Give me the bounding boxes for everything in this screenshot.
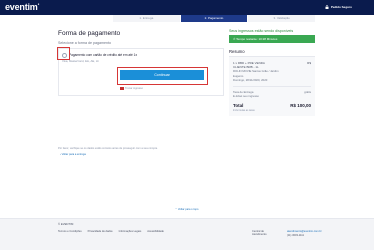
fee-value: grátis: [304, 89, 311, 94]
tax-note: Inclui todas as taxas: [233, 108, 255, 112]
availability-title: Seus ingressos estão sendo disponíveis: [229, 29, 294, 33]
back-to-delivery-label[interactable]: Voltar para a entrega: [62, 153, 86, 156]
footer-link-terms[interactable]: Termos e Condições: [58, 230, 82, 233]
venue-line-3: Domingo, 28/11/2020, 2020: [233, 78, 268, 83]
secure-order-badge: Pedido Seguro: [325, 5, 352, 9]
summary-box: 1 x RBD + PRE VENDA R$ CLIENTE BRB - 1L …: [229, 56, 315, 116]
item-price: R$: [307, 61, 311, 65]
back-to-top-label[interactable]: Voltar para o topo: [178, 208, 198, 211]
footnote-text: Por favor, verifique se os dados estão c…: [58, 147, 158, 150]
support-email-link[interactable]: atendimento@eventim.com.br: [287, 230, 322, 233]
payment-subtitle: Selecione a forma de pagamento: [58, 41, 111, 45]
step-delivery[interactable]: 1. Entrega: [113, 15, 181, 22]
total-label: Total: [233, 102, 244, 108]
footer-link-privacy[interactable]: Privacidade de dados: [88, 230, 113, 233]
secure-label: Pedido Seguro: [330, 5, 352, 9]
timer-text: Tempo restante: 10:28 Minutos: [236, 37, 278, 41]
back-to-top-link[interactable]: ⌃ Voltar para o topo: [175, 208, 198, 211]
change-ticket-link[interactable]: Trocar ingresso: [120, 87, 143, 90]
highlight-radio-box: [57, 47, 70, 60]
total-row: Total R$ 100,00: [233, 103, 311, 108]
lock-icon: [325, 5, 329, 9]
ticket-icon: [120, 87, 124, 90]
footer-link-accessibility[interactable]: Acessibilidade: [147, 230, 164, 233]
support-phone: (11) 3003-1111: [287, 234, 304, 237]
footer-brand: © EVENTIM: [58, 222, 74, 226]
footer-support-label: Central de Atendimento: [252, 230, 267, 237]
eventim-logo[interactable]: eventim●: [5, 2, 39, 12]
top-header: eventim● Pedido Seguro: [0, 0, 374, 15]
support-line-2: Atendimento: [252, 233, 267, 237]
step-payment: 2. Pagamento: [180, 15, 249, 22]
change-ticket-label[interactable]: Trocar ingresso: [125, 87, 143, 90]
footer-links: Termos e Condições Privacidade de dados …: [58, 230, 164, 233]
reservation-timer: ⏱ Tempo restante: 10:28 Minutos: [229, 35, 315, 43]
total-value: R$ 100,00: [290, 102, 311, 108]
footer-link-legal[interactable]: Informações Legais: [119, 230, 142, 233]
checkout-steps: 1. Entrega 2. Pagamento 3. Validação: [113, 15, 317, 22]
continue-button[interactable]: Continuar: [120, 70, 204, 80]
payment-option-label[interactable]: Pagamento com cartão de crédito até em a…: [69, 53, 137, 57]
venue-line-1: ROLIN MOVIE Santos Grão / Jardim: [233, 69, 279, 73]
page-title: Forma de pagamento: [58, 30, 121, 37]
page-footer: © EVENTIM Termos e Condições Privacidade…: [0, 218, 374, 250]
order-sidebar: Seus ingressos estão sendo disponíveis ⏱…: [229, 29, 315, 116]
summary-divider: [233, 85, 311, 87]
fee-sub-text: E-ticket seu ingresso: [233, 93, 259, 98]
back-to-delivery-link[interactable]: ‹ Voltar para a entrega: [60, 153, 86, 156]
clock-icon: ⏱: [233, 37, 236, 41]
summary-title: Resumo: [229, 49, 245, 54]
delivery-fee-sub: E-ticket seu ingresso: [233, 94, 311, 98]
step-validation: 3. Validação: [248, 15, 317, 22]
